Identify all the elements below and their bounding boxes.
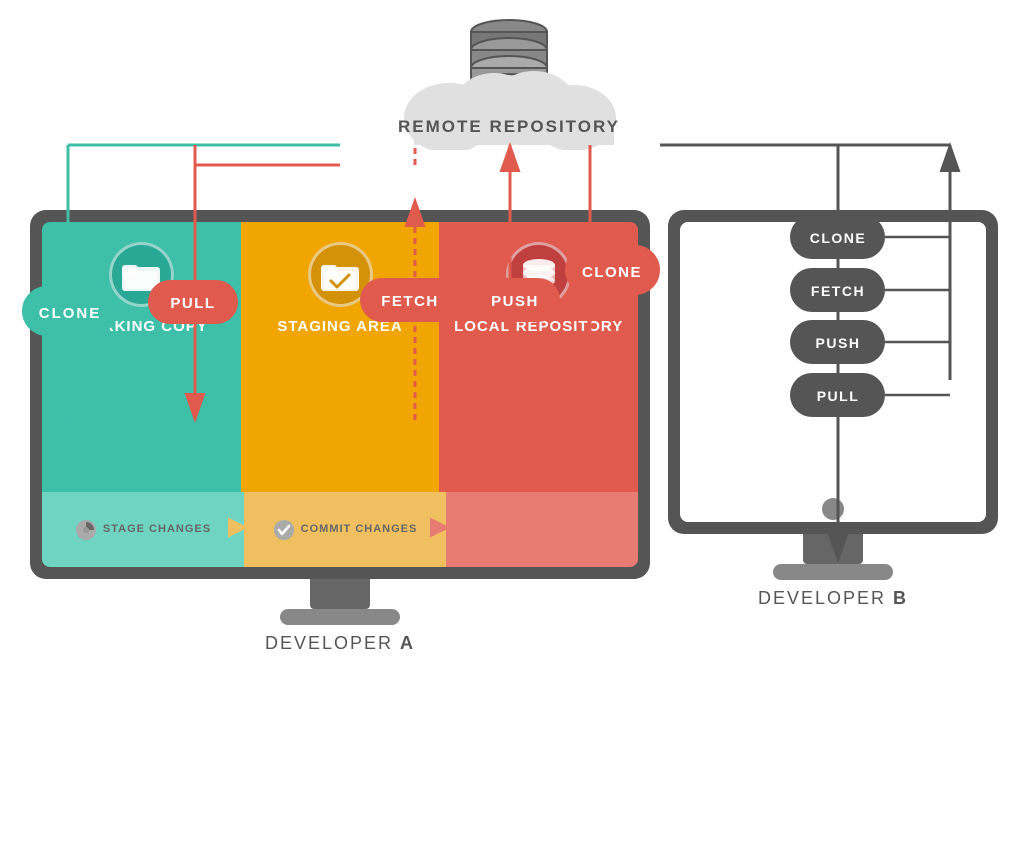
bottom-strip: STAGE CHANGES [42, 492, 638, 567]
monitor-b-screen [680, 222, 986, 522]
monitor-a-frame: WORKING COPY STAGING AREA [30, 210, 650, 579]
monitor-a-base [280, 609, 400, 625]
folder-icon [122, 259, 160, 291]
local-repo-label: LOCAL REPOSITORY [454, 317, 623, 337]
check-folder-icon [321, 259, 359, 291]
monitor-b-stand [803, 534, 863, 564]
work-areas: WORKING COPY STAGING AREA [42, 222, 638, 492]
commit-changes-strip: COMMIT CHANGES [244, 492, 446, 567]
developer-a-label: DEVELOPER A [30, 633, 650, 654]
staging-area-icon-circle [308, 242, 373, 307]
monitor-a-stand [310, 579, 370, 609]
working-copy-label: WORKING COPY [75, 317, 208, 337]
monitor-b-button [822, 498, 844, 520]
remote-repository: REMOTE REPOSITORY [349, 10, 669, 150]
stage-changes-label: STAGE CHANGES [103, 522, 211, 536]
strip-arrow-2 [430, 511, 462, 543]
commit-changes-label: COMMIT CHANGES [301, 522, 418, 536]
remote-repo-cloud: REMOTE REPOSITORY [349, 10, 669, 150]
local-repo-icon-circle [506, 242, 571, 307]
staging-area-label: STAGING AREA [277, 317, 402, 337]
svg-text:REMOTE REPOSITORY: REMOTE REPOSITORY [398, 117, 620, 136]
database-icon [519, 257, 559, 293]
strip-arrow-1 [228, 511, 260, 543]
working-copy-icon-circle [109, 242, 174, 307]
developer-b-label: DEVELOPER B [668, 588, 998, 609]
monitor-b: DEVELOPER B [668, 210, 998, 609]
local-repo-strip [446, 492, 638, 567]
local-repository-area: LOCAL REPOSITORY [439, 222, 638, 492]
monitor-b-frame [668, 210, 998, 534]
monitor-a: WORKING COPY STAGING AREA [30, 210, 650, 654]
monitor-a-screen: WORKING COPY STAGING AREA [42, 222, 638, 567]
commit-changes-icon [273, 519, 295, 541]
stage-changes-icon [75, 519, 97, 541]
working-copy-area: WORKING COPY [42, 222, 241, 492]
stage-changes-strip: STAGE CHANGES [42, 492, 244, 567]
staging-area: STAGING AREA [241, 222, 440, 492]
diagram-container: REMOTE REPOSITORY [0, 0, 1018, 858]
monitor-b-base [773, 564, 893, 580]
